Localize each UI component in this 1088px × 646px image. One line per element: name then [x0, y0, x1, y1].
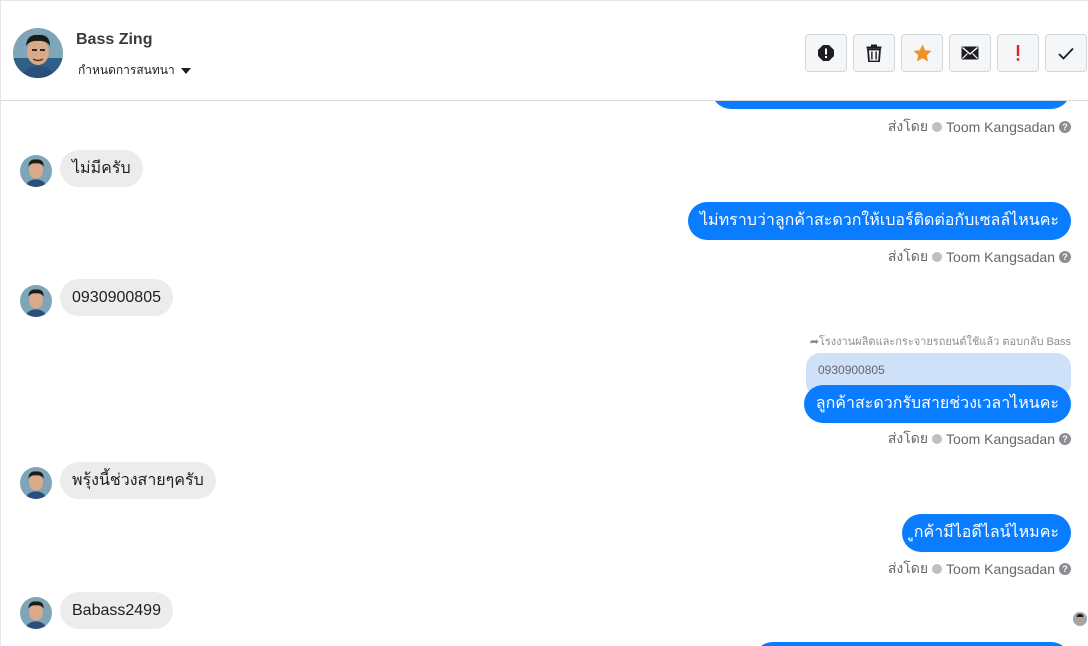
- help-icon[interactable]: ?: [1059, 563, 1071, 575]
- sent-by-agent[interactable]: Toom Kangsadan: [946, 249, 1055, 265]
- message-list[interactable]: ส่งโดย Toom Kangsadan ? ไม่มีครับ ไม่ทรา…: [1, 89, 1088, 646]
- delivered-icon: [932, 252, 943, 262]
- sent-by-line: ส่งโดย Toom Kangsadan ?: [888, 428, 1071, 450]
- envelope-icon: [961, 46, 979, 60]
- message-bubble-incoming[interactable]: ไม่มีครับ: [60, 150, 143, 187]
- chat-panel: Bass Zing กำหนดการสนทนา ส่งโดย Toom Kang…: [0, 0, 1088, 646]
- contact-avatar[interactable]: [13, 28, 63, 78]
- message-bubble-incoming[interactable]: Babass2499: [60, 592, 173, 629]
- contact-avatar-small[interactable]: [20, 285, 52, 317]
- sent-by-line: ส่งโดย Toom Kangsadan ?: [888, 116, 1071, 138]
- star-button[interactable]: [901, 34, 943, 72]
- sent-by-prefix: ส่งโดย: [887, 560, 929, 576]
- help-icon[interactable]: ?: [1059, 121, 1071, 133]
- mark-important-button[interactable]: [997, 34, 1039, 72]
- sent-by-line: ส่งโดย Toom Kangsadan ?: [888, 246, 1071, 268]
- action-toolbar: [805, 34, 1087, 72]
- alert-icon: [818, 45, 834, 61]
- sent-by-line: ส่งโดย Toom Kangsadan ?: [888, 558, 1071, 580]
- sent-by-prefix: ส่งโดย: [887, 430, 929, 446]
- conversation-assign-dropdown[interactable]: กำหนดการสนทนา: [78, 61, 191, 80]
- mark-done-button[interactable]: [1045, 34, 1087, 72]
- sent-by-prefix: ส่งโดย: [887, 118, 929, 134]
- contact-avatar-small[interactable]: [20, 467, 52, 499]
- exclamation-icon: [1016, 45, 1020, 61]
- sent-by-prefix: ส่งโดย: [887, 248, 929, 264]
- reply-meta: ➦โรงงานผลิตและกระจายรถยนต์ใช้แล้ว ตอบกลั…: [810, 332, 1071, 350]
- message-bubble-outgoing[interactable]: ลูกค้าสะดวกรับสายช่วงเวลาไหนคะ: [803, 385, 1071, 423]
- reply-arrow-icon: ➦: [809, 336, 819, 348]
- message-bubble-outgoing-partial: [753, 642, 1071, 646]
- conversation-assign-label: กำหนดการสนทนา: [78, 63, 175, 77]
- help-icon[interactable]: ?: [1059, 433, 1071, 445]
- reply-meta-text: โรงงานผลิตและกระจายรถยนต์ใช้แล้ว ตอบกลับ…: [818, 336, 1071, 348]
- sent-by-agent[interactable]: Toom Kangsadan: [946, 561, 1055, 577]
- delete-button[interactable]: [853, 34, 895, 72]
- checkmark-icon: [1058, 47, 1074, 60]
- sent-by-agent[interactable]: Toom Kangsadan: [946, 119, 1055, 135]
- message-bubble-incoming[interactable]: 0930900805: [60, 279, 173, 316]
- message-bubble-outgoing[interactable]: ูกค้ามีไอดีไลน์ไหมคะ: [901, 514, 1071, 552]
- seen-avatar: [1073, 612, 1087, 626]
- message-bubble-incoming[interactable]: พรุ้งนี้ช่วงสายๆครับ: [60, 462, 216, 499]
- caret-down-icon: [180, 67, 191, 74]
- contact-avatar-small[interactable]: [20, 597, 52, 629]
- message-bubble-outgoing[interactable]: ไม่ทราบว่าลูกค้าสะดวกให้เบอร์ติดต่อกับเซ…: [687, 202, 1071, 240]
- trash-icon: [866, 44, 882, 62]
- mark-spam-button[interactable]: [805, 34, 847, 72]
- help-icon[interactable]: ?: [1059, 251, 1071, 263]
- conversation-header: Bass Zing กำหนดการสนทนา: [1, 1, 1088, 101]
- delivered-icon: [932, 564, 943, 574]
- contact-name: Bass Zing: [76, 31, 153, 48]
- mark-unread-button[interactable]: [949, 34, 991, 72]
- star-icon: [913, 44, 931, 62]
- contact-avatar-small[interactable]: [20, 155, 52, 187]
- sent-by-agent[interactable]: Toom Kangsadan: [946, 431, 1055, 447]
- delivered-icon: [932, 434, 943, 444]
- delivered-icon: [932, 122, 943, 132]
